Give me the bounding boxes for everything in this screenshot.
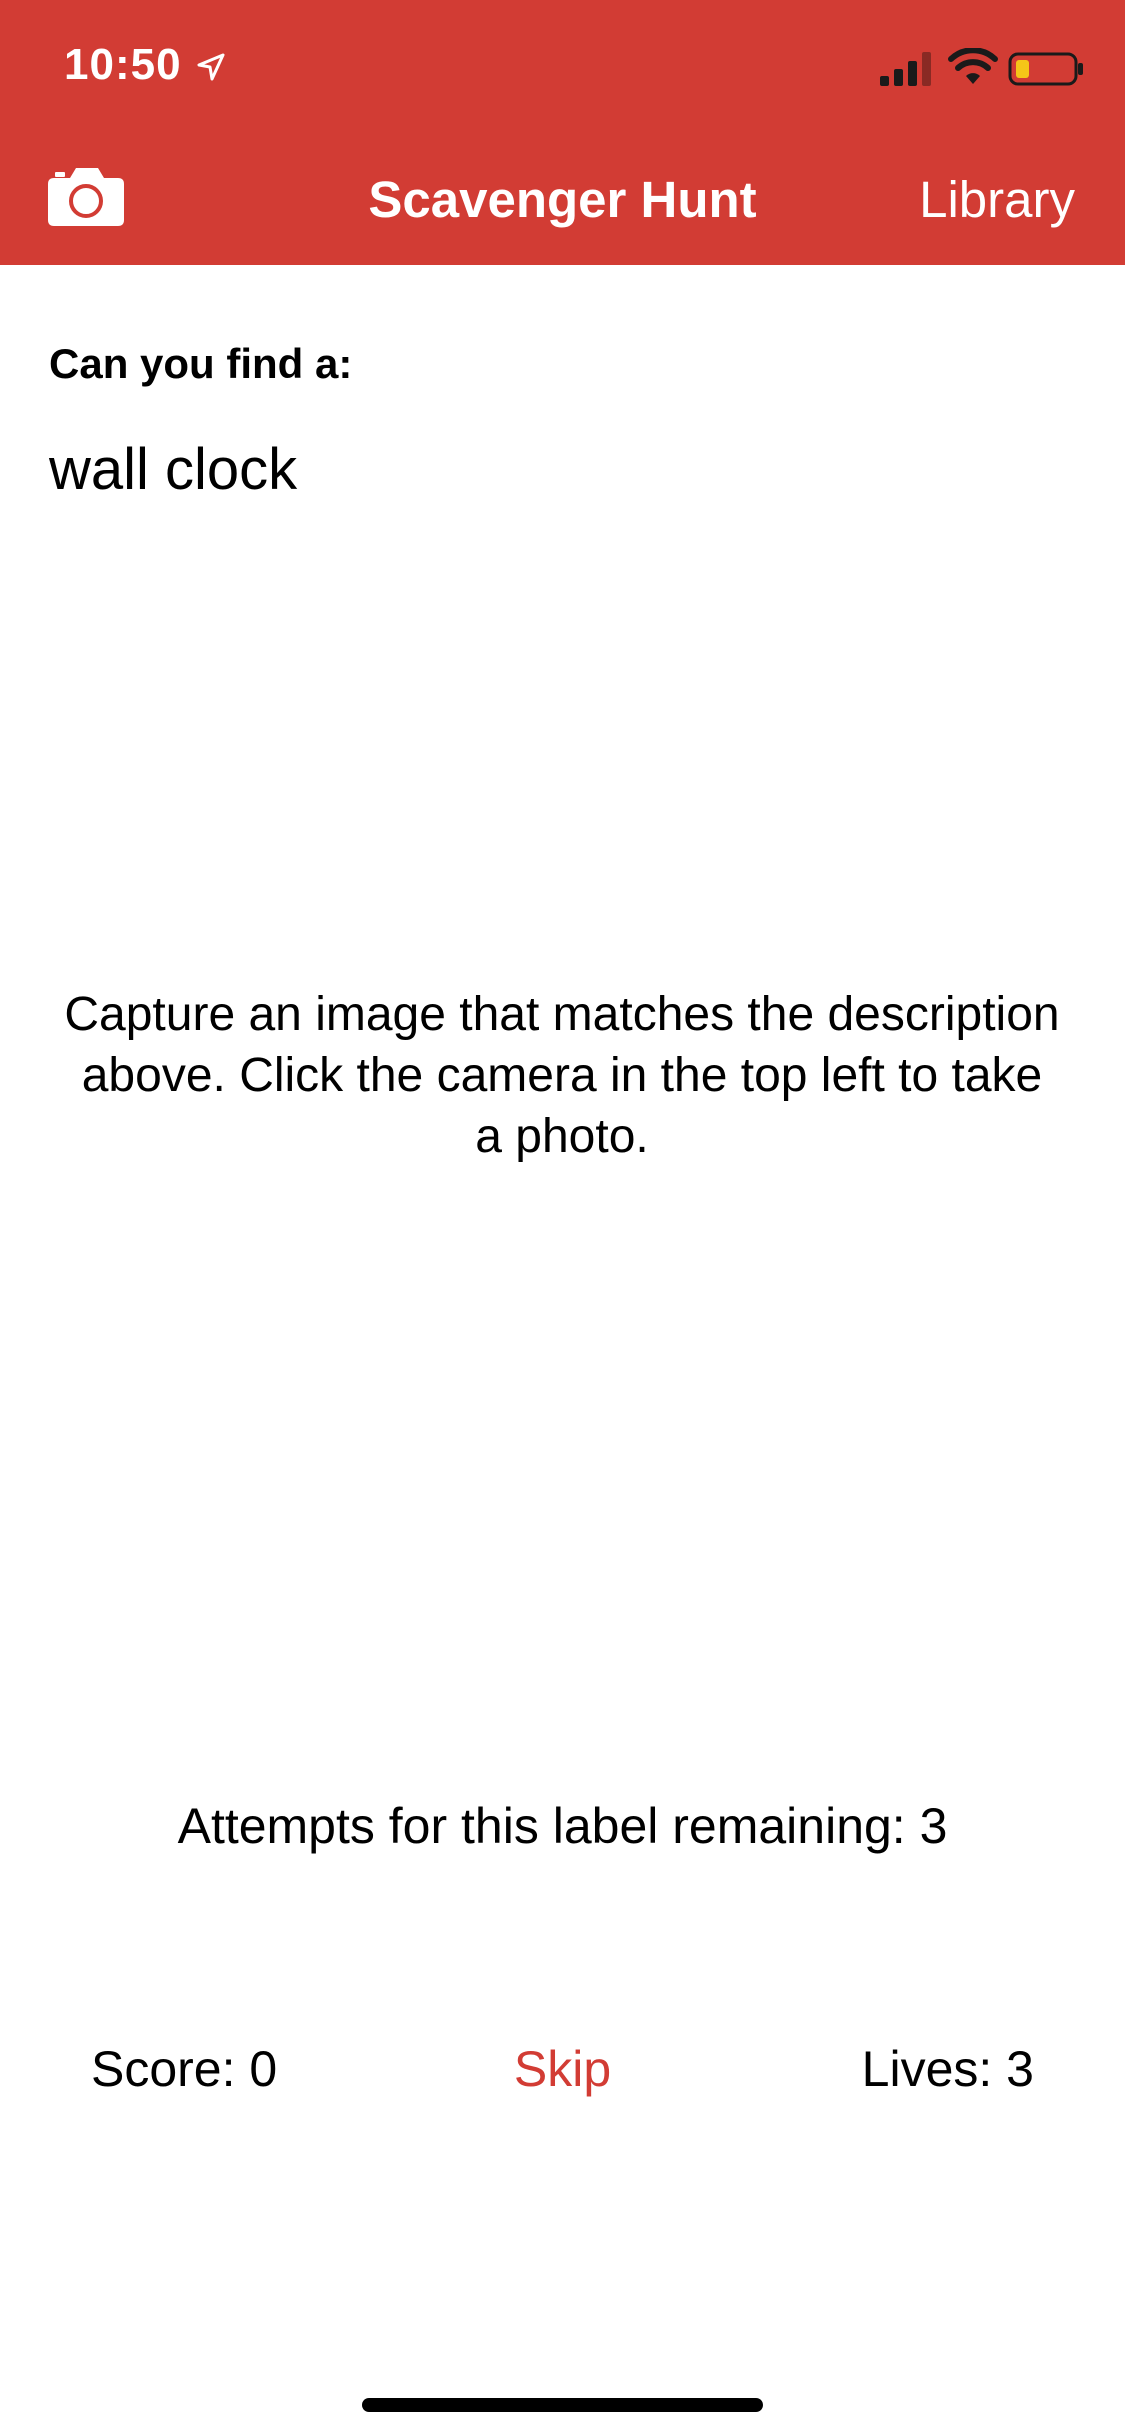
lives-text: Lives: 3	[861, 2041, 1034, 2097]
nav-bar: 10:50 Scavenger Hunt Library	[0, 0, 1125, 265]
skip-button[interactable]: Skip	[514, 2041, 611, 2097]
library-button[interactable]: Library	[919, 170, 1075, 229]
attempts-remaining-text: Attempts for this label remaining: 3	[177, 1798, 948, 1854]
status-time: 10:50	[64, 40, 182, 89]
prompt-label: Can you find a:	[49, 340, 353, 387]
cellular-signal-icon	[880, 52, 931, 86]
score-text: Score: 0	[91, 2041, 278, 2097]
instructions-text: Capture an image that matches the descri…	[64, 988, 1060, 1163]
battery-low-icon	[1008, 52, 1083, 86]
location-arrow-icon	[197, 53, 225, 81]
target-item-label: wall clock	[49, 437, 298, 502]
wifi-icon	[948, 48, 998, 84]
home-indicator[interactable]	[362, 2398, 763, 2412]
camera-icon[interactable]	[46, 164, 126, 228]
